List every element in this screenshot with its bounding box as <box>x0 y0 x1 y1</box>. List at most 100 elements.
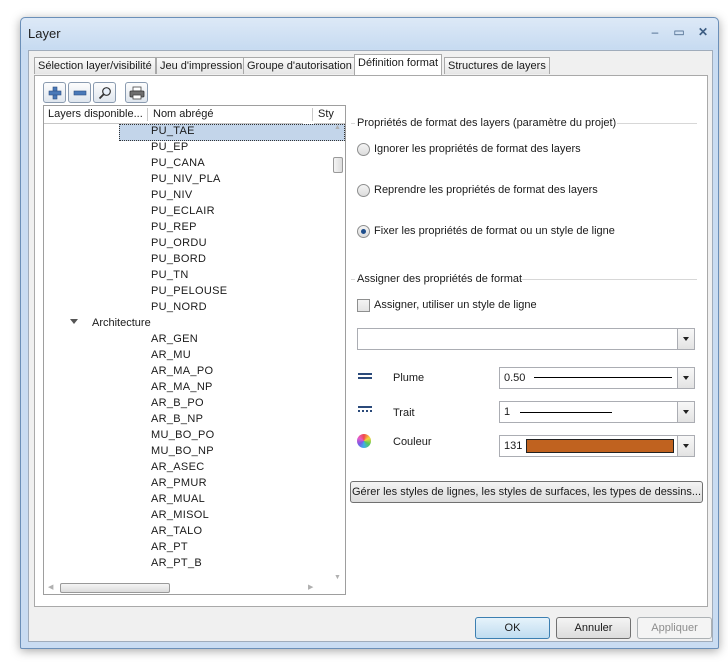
tab-layer-selection[interactable]: Sélection layer/visibilité <box>34 57 156 74</box>
tree-row[interactable]: AR_PT <box>44 540 331 556</box>
radio-ignore-format[interactable] <box>357 143 370 156</box>
tree-row[interactable]: PU_TAE <box>44 124 345 141</box>
scroll-right-icon[interactable]: ▶ <box>308 584 313 592</box>
tree-row[interactable]: PU_BORD <box>44 252 331 268</box>
tab-format-definition[interactable]: Définition format <box>354 54 443 75</box>
scroll-left-icon[interactable]: ◀ <box>48 584 53 592</box>
stroke-value: 1 <box>504 406 511 418</box>
format-properties-title: Propriétés de format des layers (paramèt… <box>357 117 620 129</box>
search-icon <box>98 86 111 99</box>
tree-row[interactable]: AR_B_PO <box>44 396 331 412</box>
vertical-scroll-thumb[interactable] <box>333 157 343 173</box>
dialog-client: Sélection layer/visibilité Jeu d'impress… <box>28 50 713 642</box>
radio-adopt-format[interactable] <box>357 184 370 197</box>
tree-row-label: AR_MU <box>151 349 192 361</box>
window-title: Layer <box>28 26 61 41</box>
tree-row[interactable]: PU_REP <box>44 220 331 236</box>
horizontal-scroll-thumb[interactable] <box>60 583 170 593</box>
tree-group-row[interactable]: Architecture <box>44 316 331 332</box>
print-button[interactable] <box>125 82 148 103</box>
tree-row-label: AR_B_PO <box>151 397 204 409</box>
tree-row[interactable]: PU_EP <box>44 140 331 156</box>
tree-row[interactable]: AR_GEN <box>44 332 331 348</box>
radio-ignore-format-label[interactable]: Ignorer les propriétés de format des lay… <box>374 143 581 155</box>
tree-row[interactable]: PU_NORD <box>44 300 331 316</box>
group-border <box>617 123 697 124</box>
pen-dropdown-icon[interactable] <box>677 368 694 388</box>
tree-row[interactable]: PU_NIV <box>44 188 331 204</box>
add-layer-button[interactable] <box>43 82 66 103</box>
tree-row[interactable]: AR_B_NP <box>44 412 331 428</box>
tree-row-label: AR_MUAL <box>151 493 206 505</box>
close-icon[interactable]: ✕ <box>693 24 713 40</box>
tree-row-label: AR_PT_B <box>151 557 203 569</box>
tree-row[interactable]: AR_MA_PO <box>44 364 331 380</box>
tree-row[interactable]: PU_NIV_PLA <box>44 172 331 188</box>
radio-fix-format-label[interactable]: Fixer les propriétés de format ou un sty… <box>374 225 615 237</box>
manage-styles-button[interactable]: Gérer les styles de lignes, les styles d… <box>350 481 703 503</box>
expand-caret-icon[interactable] <box>70 319 78 324</box>
tree-row[interactable]: AR_TALO <box>44 524 331 540</box>
apply-button[interactable]: Appliquer <box>637 617 712 639</box>
column-style[interactable]: Sty <box>314 106 345 124</box>
tree-row-label: PU_ORDU <box>151 237 207 249</box>
remove-layer-button[interactable] <box>68 82 91 103</box>
radio-fix-format[interactable] <box>357 225 370 238</box>
line-style-dropdown-icon[interactable] <box>677 329 694 349</box>
tree-row-label: PU_TN <box>151 269 189 281</box>
stroke-dropdown-icon[interactable] <box>677 402 694 422</box>
color-value: 131 <box>504 440 523 452</box>
tree-row[interactable]: PU_TN <box>44 268 331 284</box>
column-separator[interactable] <box>147 108 148 121</box>
column-short-name[interactable]: Nom abrégé <box>149 106 303 124</box>
add-layer-icon <box>48 86 61 99</box>
format-definition-panel: Layers disponible... Nom abrégé Sty PU_T… <box>34 75 708 607</box>
tree-row[interactable]: MU_BO_NP <box>44 444 331 460</box>
color-select[interactable]: 131 <box>499 435 695 457</box>
tree-row[interactable]: AR_ASEC <box>44 460 331 476</box>
minimize-icon[interactable]: – <box>645 24 665 40</box>
tree-row[interactable]: PU_PELOUSE <box>44 284 331 300</box>
maximize-icon[interactable]: ▭ <box>669 24 689 40</box>
scroll-down-icon[interactable]: ▼ <box>334 574 341 582</box>
tree-row[interactable]: PU_CANA <box>44 156 331 172</box>
title-bar[interactable]: Layer – ▭ ✕ <box>21 18 718 49</box>
assign-properties-title: Assigner des propriétés de format <box>357 273 526 285</box>
tab-authorization-group[interactable]: Groupe d'autorisation <box>243 57 356 74</box>
tree-row[interactable]: AR_PMUR <box>44 476 331 492</box>
tree-row-label: PU_ECLAIR <box>151 205 215 217</box>
tree-row[interactable]: AR_PT_B <box>44 556 331 572</box>
tree-row-label: MU_BO_PO <box>151 429 215 441</box>
line-style-checkbox-label[interactable]: Assigner, utiliser un style de ligne <box>374 299 537 311</box>
tree-row-label: AR_GEN <box>151 333 199 345</box>
pen-select[interactable]: 0.50 <box>499 367 695 389</box>
search-button[interactable] <box>93 82 116 103</box>
vertical-scrollbar[interactable]: ▲ ▼ <box>331 124 345 582</box>
horizontal-scrollbar[interactable]: ◀ ▶ <box>44 582 345 594</box>
tree-row[interactable]: AR_MA_NP <box>44 380 331 396</box>
tab-print-set[interactable]: Jeu d'impression <box>156 57 247 74</box>
line-style-select[interactable] <box>357 328 695 350</box>
tab-layer-structures[interactable]: Structures de layers <box>444 57 550 74</box>
tree-row[interactable]: AR_MU <box>44 348 331 364</box>
column-separator[interactable] <box>312 108 313 121</box>
group-border <box>351 123 355 124</box>
ok-button[interactable]: OK <box>475 617 550 639</box>
stroke-select[interactable]: 1 <box>499 401 695 423</box>
line-style-checkbox[interactable] <box>357 299 370 312</box>
column-available-layers[interactable]: Layers disponible... <box>44 106 148 124</box>
pen-line-preview <box>534 377 672 378</box>
tree-row[interactable]: AR_MISOL <box>44 508 331 524</box>
print-icon <box>129 86 144 99</box>
tree-row[interactable]: PU_ECLAIR <box>44 204 331 220</box>
tree-row-label: AR_PT <box>151 541 188 553</box>
scroll-up-icon[interactable]: ▲ <box>334 124 341 132</box>
tree-row[interactable]: PU_ORDU <box>44 236 331 252</box>
tree-row[interactable]: MU_BO_PO <box>44 428 331 444</box>
color-dropdown-icon[interactable] <box>677 436 694 456</box>
cancel-button[interactable]: Annuler <box>556 617 631 639</box>
layer-tree[interactable]: Layers disponible... Nom abrégé Sty PU_T… <box>43 105 346 595</box>
pen-thickness-icon <box>358 373 372 379</box>
radio-adopt-format-label[interactable]: Reprendre les propriétés de format des l… <box>374 184 598 196</box>
tree-row[interactable]: AR_MUAL <box>44 492 331 508</box>
